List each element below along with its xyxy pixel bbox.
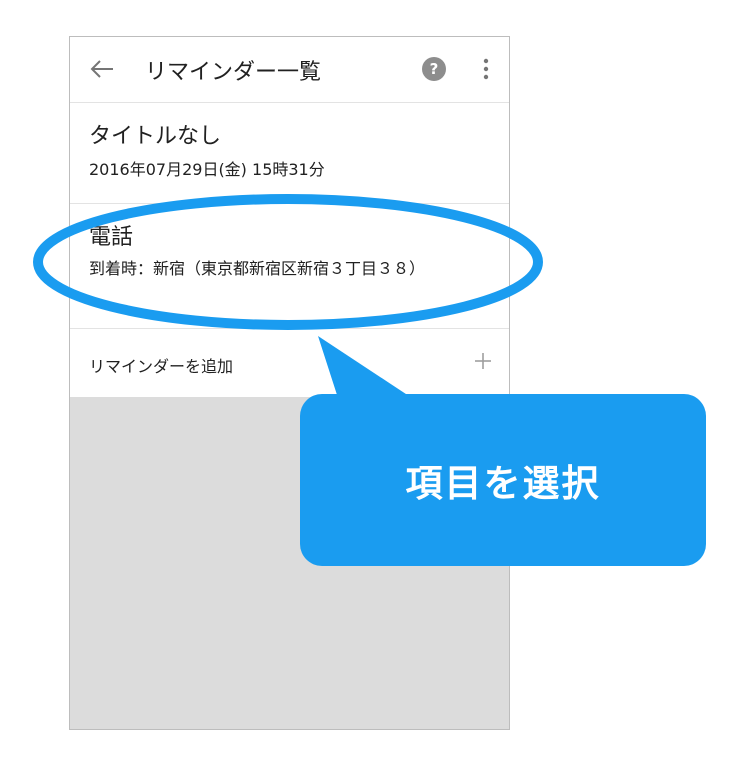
plus-icon[interactable]: [473, 351, 493, 371]
reminder-detail: 到着時：新宿（東京都新宿区新宿３丁目３８）: [89, 259, 426, 278]
help-icon[interactable]: ?: [422, 57, 446, 81]
app-bar: リマインダー一覧 ?: [70, 37, 509, 103]
phone-screen: リマインダー一覧 ? タイトルなし 2016年07月29日(金) 15時31分 …: [69, 36, 510, 730]
reminder-item[interactable]: タイトルなし 2016年07月29日(金) 15時31分: [70, 103, 509, 204]
reminder-detail: 2016年07月29日(金) 15時31分: [89, 160, 325, 179]
add-reminder-label: リマインダーを追加: [89, 357, 234, 376]
reminder-title: 電話: [89, 225, 134, 250]
add-reminder-row[interactable]: リマインダーを追加: [70, 329, 509, 397]
more-options-icon[interactable]: [474, 56, 498, 82]
reminder-item[interactable]: 電話 到着時：新宿（東京都新宿区新宿３丁目３８）: [70, 204, 509, 329]
callout-bubble: 項目を選択: [300, 394, 706, 566]
arrow-left-icon[interactable]: [88, 54, 116, 84]
reminder-title: タイトルなし: [89, 124, 222, 149]
page-title: リマインダー一覧: [145, 60, 322, 85]
